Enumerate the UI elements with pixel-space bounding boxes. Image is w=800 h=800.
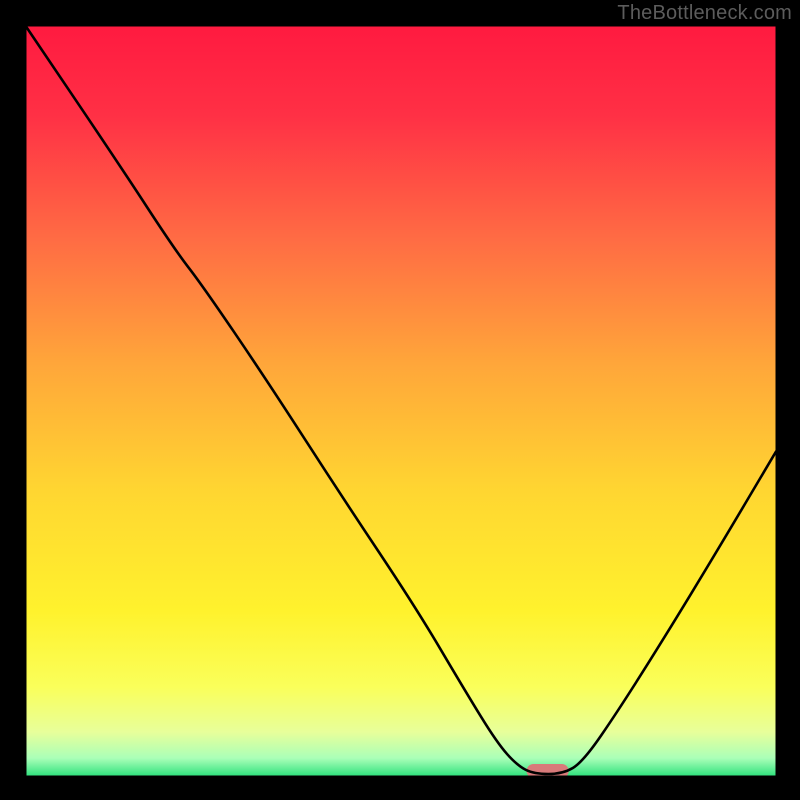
gradient-background bbox=[25, 25, 777, 777]
watermark-text: TheBottleneck.com bbox=[617, 2, 792, 25]
chart-container: TheBottleneck.com bbox=[0, 0, 800, 800]
bottleneck-chart bbox=[0, 0, 800, 800]
